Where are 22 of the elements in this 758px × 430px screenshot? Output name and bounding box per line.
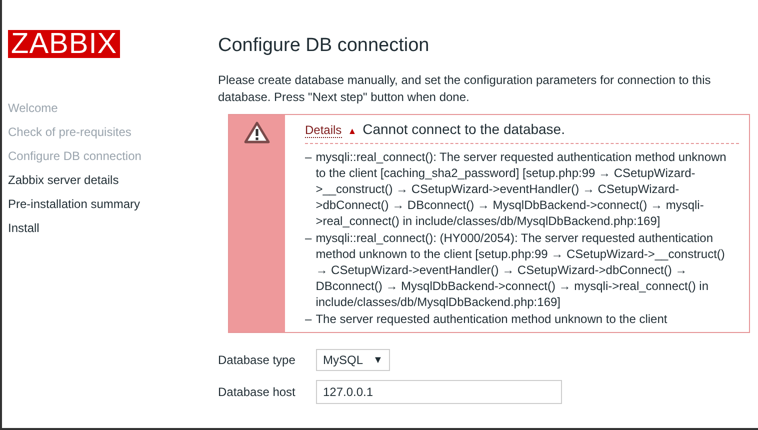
error-detail: mysqli::real_connect(): (HY000/2054): The server requested authentication method unknown to the client [setup.php:99 → CSetupWizard->__construct() → CSetupWizard->eventHandler() → CSetupWizard->dbConnect() → DBconnect() → MysqlDbBackend->connect() → mysqli->real_connect() in include/classes/db/MysqlDbBackend.php:169] (316, 230, 726, 310)
page-title: Configure DB connection (218, 34, 430, 58)
collapse-toggle[interactable]: ▲ (348, 126, 357, 136)
wizard-step: Check of pre-requisites (8, 123, 210, 141)
wizard-step: Welcome (8, 99, 210, 117)
warning-icon (244, 121, 270, 144)
wizard-step: Pre-installation summary (8, 195, 210, 213)
wizard-step: Zabbix server details (8, 171, 210, 189)
wizard-step: Install (8, 219, 210, 237)
field-label: Database type (218, 353, 296, 367)
database-type-select[interactable]: MySQL ▼ (316, 349, 390, 371)
database-host-field[interactable]: 127.0.0.1 (316, 380, 562, 404)
zabbix-logo: ZABBIX (8, 30, 120, 58)
error-detail: The server requested authentication method unknown to the client (316, 311, 668, 327)
error-message: Cannot connect to the database. (362, 121, 565, 137)
list-bullet: – (305, 311, 312, 327)
field-label: Database host (218, 385, 296, 399)
details-link[interactable]: Details (305, 123, 342, 138)
wizard-step: Configure DB connection (8, 147, 210, 165)
list-bullet: – (305, 230, 312, 247)
list-bullet: – (305, 149, 312, 166)
intro-text: Please create database manually, and set the configuration parameters for connection to this database. Press "Next step" button when done. (218, 72, 712, 106)
